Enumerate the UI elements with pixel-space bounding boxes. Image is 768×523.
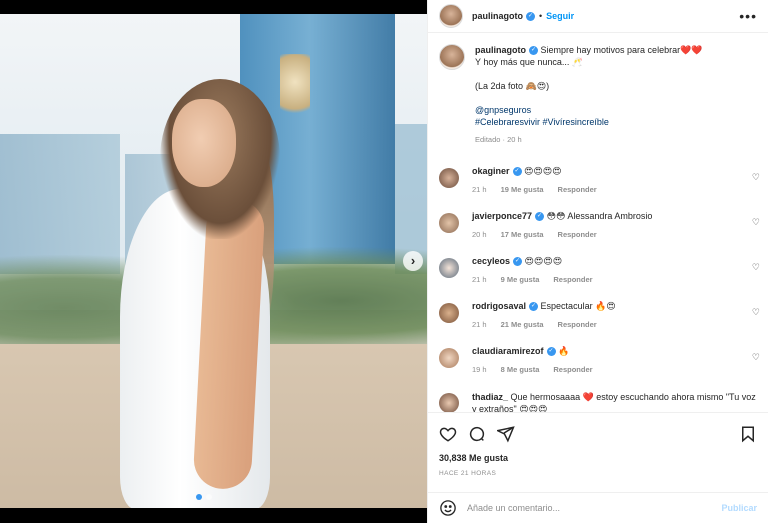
caption-line: (La 2da foto 🙈😍) [475, 81, 550, 91]
caption-edited-time: Editado · 20 h [475, 135, 522, 144]
caption-line: Y hoy más que nunca... 🥂 [475, 57, 584, 67]
commenter-username[interactable]: claudiaramirezof [472, 346, 544, 356]
verified-badge-icon: ✓ [546, 347, 556, 357]
bookmark-icon[interactable] [739, 425, 757, 443]
share-send-icon[interactable] [497, 425, 515, 443]
verified-badge-icon: ✓ [526, 11, 535, 21]
comment-item: javierponce77 ✓ 😳😳 Alessandra Ambrosio 20… [428, 211, 768, 239]
comment-likes[interactable]: 17 Me gusta [501, 230, 544, 239]
carousel-dot [196, 494, 202, 500]
follow-button[interactable]: Seguir [546, 11, 574, 21]
post-media: › [0, 0, 427, 523]
comments-section: paulinagoto ✓ Siempre hay motivos para ce… [428, 34, 768, 412]
comment-text: 😍😍😍😍 [524, 166, 562, 176]
verified-badge-icon: ✓ [529, 46, 538, 56]
verified-badge-icon: ✓ [535, 212, 545, 222]
post-photo[interactable] [0, 14, 427, 508]
comment-input[interactable] [467, 503, 722, 513]
caption-mention[interactable]: @gnpseguros [475, 104, 755, 116]
post-actions: 30,838 Me gusta HACE 21 HORAS [428, 412, 768, 477]
commenter-username[interactable]: rodrigosaval [472, 301, 526, 311]
comment-likes[interactable]: 8 Me gusta [501, 365, 540, 374]
comment-item: claudiaramirezof ✓ 🔥 19 h 8 Me gusta Resp… [428, 346, 768, 374]
comment-text: 🔥 [558, 346, 570, 356]
reply-button[interactable]: Responder [558, 230, 597, 239]
commenter-avatar[interactable] [439, 348, 459, 368]
like-comment-icon[interactable]: ♡ [752, 352, 760, 363]
publish-button[interactable]: Publicar [721, 503, 757, 513]
author-avatar[interactable] [439, 4, 463, 28]
commenter-avatar[interactable] [439, 168, 459, 188]
next-photo-button[interactable]: › [403, 251, 423, 271]
comment-time: 20 h [472, 230, 487, 239]
post-panel: paulinagoto ✓ • Seguir ••• paulinagoto ✓ … [427, 0, 768, 523]
likes-count[interactable]: 30,838 Me gusta [439, 453, 757, 463]
caption-hashtags[interactable]: #Celebraresvivir #Vivíresincreíble [475, 116, 755, 128]
verified-badge-icon: ✓ [529, 302, 539, 312]
commenter-username[interactable]: thadiaz_ [472, 392, 508, 402]
separator-dot: • [539, 11, 543, 21]
like-comment-icon[interactable]: ♡ [752, 262, 760, 273]
comment-item: okaginer ✓ 😍😍😍😍 21 h 19 Me gusta Responde… [428, 166, 768, 194]
like-comment-icon[interactable]: ♡ [752, 307, 760, 318]
add-comment-bar: Publicar [428, 492, 768, 523]
post-header: paulinagoto ✓ • Seguir ••• [428, 0, 768, 33]
comment-likes[interactable]: 9 Me gusta [501, 275, 540, 284]
reply-button[interactable]: Responder [558, 320, 597, 329]
commenter-username[interactable]: javierponce77 [472, 211, 532, 221]
post-caption: paulinagoto ✓ Siempre hay motivos para ce… [428, 34, 768, 146]
reply-button[interactable]: Responder [553, 365, 592, 374]
commenter-username[interactable]: cecyleos [472, 256, 510, 266]
commenter-avatar[interactable] [439, 303, 459, 323]
like-comment-icon[interactable]: ♡ [752, 172, 760, 183]
like-comment-icon[interactable]: ♡ [752, 217, 760, 228]
comment-item: thadiaz_ Que hermosaaaa ❤️ estoy escucha… [428, 391, 768, 412]
more-options-icon[interactable]: ••• [739, 8, 757, 24]
comment-likes[interactable]: 21 Me gusta [501, 320, 544, 329]
verified-badge-icon: ✓ [513, 257, 523, 267]
comment-text: 😍😍😍😍 [524, 256, 563, 266]
comment-time: 21 h [472, 275, 487, 284]
reply-button[interactable]: Responder [553, 275, 592, 284]
caption-line: Siempre hay motivos para celebrar❤️❤️ [540, 45, 703, 55]
comment-time: 21 h [472, 185, 487, 194]
post-timestamp: HACE 21 HORAS [439, 470, 497, 477]
emoji-icon[interactable] [439, 499, 457, 517]
comment-time: 19 h [472, 365, 487, 374]
like-heart-icon[interactable] [439, 425, 457, 443]
commenter-avatar[interactable] [439, 213, 459, 233]
comment-item: rodrigosaval ✓ Espectacular 🔥😍 21 h 21 Me… [428, 301, 768, 329]
comment-text: Espectacular 🔥😍 [540, 301, 616, 311]
caption-author-avatar[interactable] [439, 44, 465, 70]
caption-username[interactable]: paulinagoto [475, 45, 526, 55]
commenter-avatar[interactable] [439, 393, 459, 412]
comment-likes[interactable]: 19 Me gusta [501, 185, 544, 194]
carousel-dot [206, 494, 212, 500]
author-username[interactable]: paulinagoto [472, 11, 523, 21]
reply-button[interactable]: Responder [558, 185, 597, 194]
comment-item: cecyleos ✓ 😍😍😍😍 21 h 9 Me gusta Responder… [428, 256, 768, 284]
caption-line [475, 68, 755, 80]
comment-text: Que hermosaaaa ❤️ estoy escuchando ahora… [472, 392, 756, 412]
comment-time: 21 h [472, 320, 487, 329]
commenter-avatar[interactable] [439, 258, 459, 278]
verified-badge-icon: ✓ [512, 167, 522, 177]
comment-text: 😳😳 Alessandra Ambrosio [546, 211, 653, 221]
commenter-username[interactable]: okaginer [472, 166, 510, 176]
carousel-indicator [196, 494, 212, 500]
comment-bubble-icon[interactable] [468, 425, 486, 443]
caption-line [475, 92, 755, 104]
